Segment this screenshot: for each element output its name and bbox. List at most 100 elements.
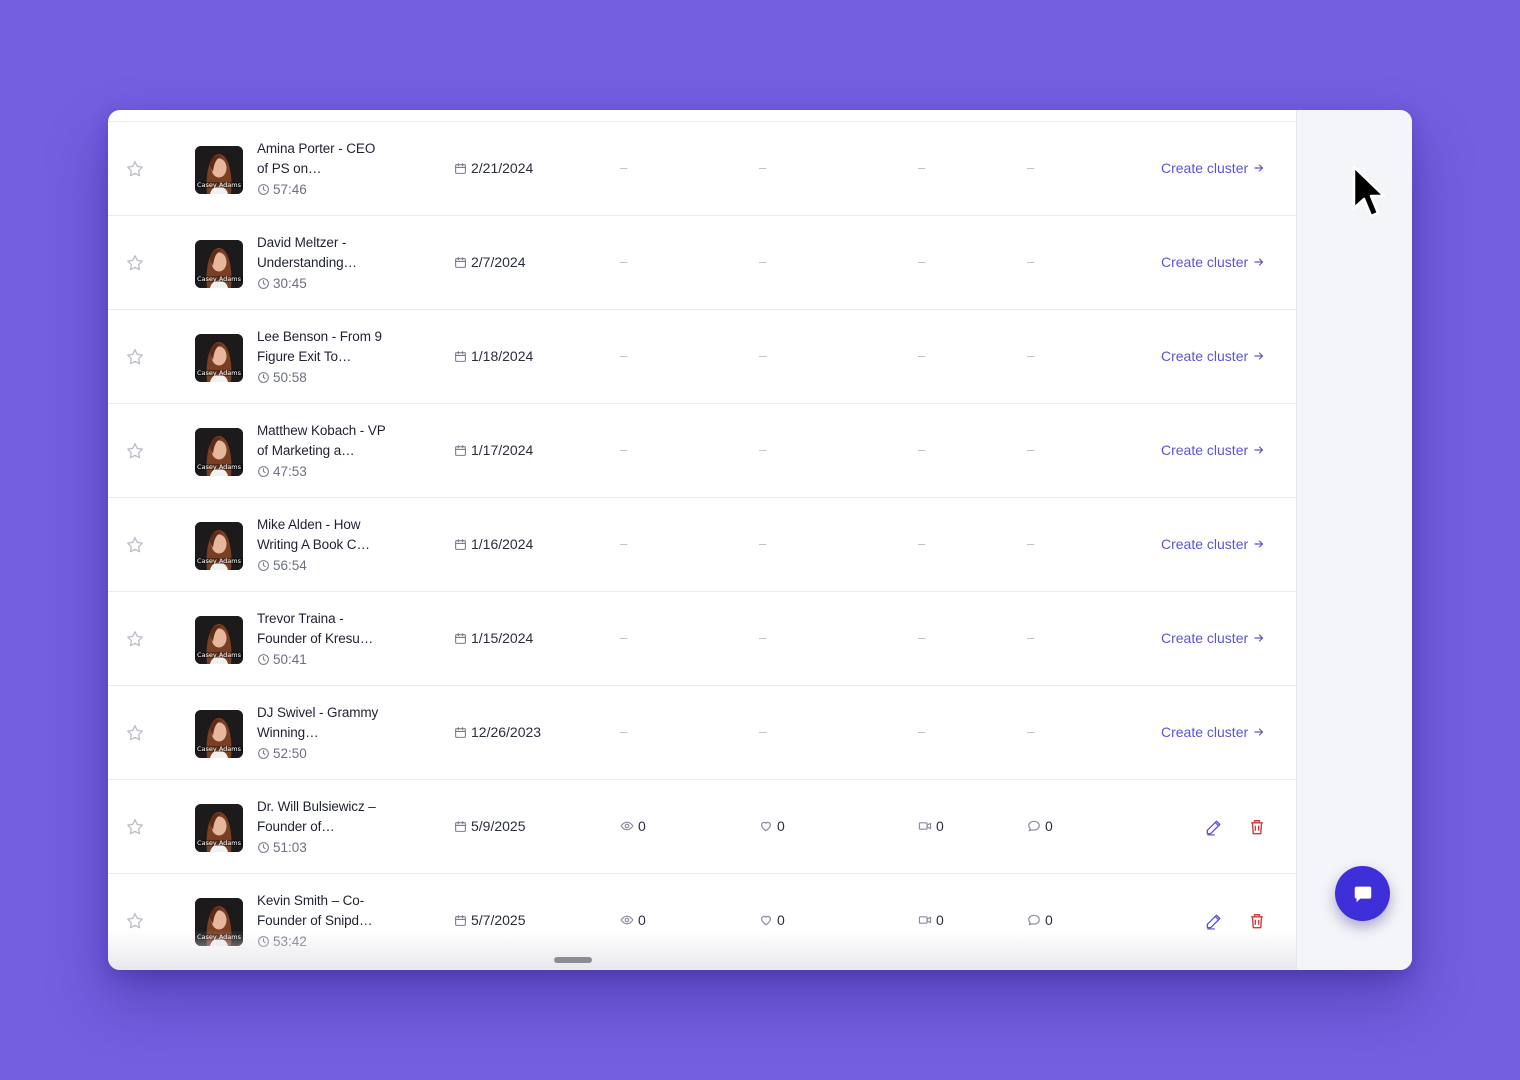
table-row[interactable]: Casey Adams Mike Alden - How Writing A B… — [108, 498, 1296, 592]
avatar: Casey Adams — [195, 710, 243, 758]
episode-title[interactable]: Mike Alden - How Writing A Book C… — [257, 515, 387, 555]
table-row[interactable]: Casey Adams Dr. Will Bulsiewicz – Founde… — [108, 780, 1296, 874]
duration-text: 52:50 — [273, 746, 307, 761]
table-row[interactable]: Casey Adams Lee Benson - From 9 Figure E… — [108, 310, 1296, 404]
date-text: 1/18/2024 — [471, 348, 534, 364]
episode-title[interactable]: Dr. Will Bulsiewicz – Founder of… — [257, 797, 387, 837]
episode-duration: 50:41 — [257, 652, 307, 667]
episode-duration: 56:54 — [257, 558, 307, 573]
table-top-edge — [108, 110, 1296, 122]
scroll-handle[interactable] — [554, 957, 592, 963]
episode-title[interactable]: Amina Porter - CEO of PS on… — [257, 139, 387, 179]
star-outline-icon[interactable] — [125, 441, 145, 461]
avatar: Casey Adams — [195, 804, 243, 852]
duration-text: 51:03 — [273, 840, 307, 855]
empty-value: – — [620, 160, 628, 175]
pencil-icon[interactable] — [1204, 911, 1224, 931]
table-row[interactable]: Casey Adams Trevor Traina - Founder of K… — [108, 592, 1296, 686]
create-cluster-button[interactable]: Create cluster — [1161, 536, 1265, 552]
views-count: – — [620, 630, 627, 645]
create-cluster-label: Create cluster — [1161, 348, 1249, 364]
table-body: Casey Adams Amina Porter - CEO of PS on…… — [108, 122, 1296, 968]
star-outline-icon[interactable] — [125, 911, 145, 931]
table-row[interactable]: Casey Adams Amina Porter - CEO of PS on…… — [108, 122, 1296, 216]
pencil-icon[interactable] — [1204, 817, 1224, 837]
mouse-pointer-icon — [1352, 165, 1386, 218]
avatar: Casey Adams — [195, 522, 243, 570]
episode-title[interactable]: DJ Swivel - Grammy Winning… — [257, 703, 387, 743]
calendar-icon — [455, 256, 466, 268]
star-outline-icon[interactable] — [125, 159, 145, 179]
empty-value: – — [1027, 254, 1035, 269]
episodes-table: Casey Adams Amina Porter - CEO of PS on…… — [108, 110, 1296, 970]
star-outline-icon[interactable] — [125, 253, 145, 273]
clock-icon — [258, 842, 269, 853]
trash-icon[interactable] — [1247, 911, 1267, 931]
star-outline-icon[interactable] — [125, 535, 145, 555]
episode-title[interactable]: Kevin Smith – Co-Founder of Snipd… — [257, 891, 387, 931]
table-row[interactable]: Casey Adams David Meltzer - Understandin… — [108, 216, 1296, 310]
videos-count: – — [918, 630, 925, 645]
star-outline-icon[interactable] — [125, 347, 145, 367]
likes-count: 0 — [759, 818, 785, 834]
avatar-caption: Casey Adams — [197, 745, 242, 753]
create-cluster-button[interactable]: Create cluster — [1161, 254, 1265, 270]
empty-value: – — [620, 630, 628, 645]
empty-value: – — [918, 724, 926, 739]
create-cluster-button[interactable]: Create cluster — [1161, 160, 1265, 176]
star-outline-icon[interactable] — [125, 629, 145, 649]
likes-count: – — [759, 724, 766, 739]
views-count: – — [620, 536, 627, 551]
episode-date: 2/7/2024 — [454, 254, 526, 270]
empty-value: – — [759, 254, 767, 269]
date-text: 1/17/2024 — [471, 442, 534, 458]
comments-count: – — [1027, 160, 1034, 175]
clock-icon — [258, 466, 269, 477]
episode-title[interactable]: David Meltzer - Understanding… — [257, 233, 387, 273]
comments-count: – — [1027, 536, 1034, 551]
empty-value: – — [759, 348, 767, 363]
table-row[interactable]: Casey Adams Kevin Smith – Co-Founder of … — [108, 874, 1296, 968]
empty-value: – — [620, 254, 628, 269]
likes-count: – — [759, 630, 766, 645]
views-count-value: 0 — [638, 912, 646, 928]
empty-value: – — [1027, 536, 1035, 551]
date-text: 2/21/2024 — [471, 160, 534, 176]
create-cluster-label: Create cluster — [1161, 254, 1249, 270]
calendar-icon — [455, 820, 466, 832]
create-cluster-label: Create cluster — [1161, 442, 1249, 458]
empty-value: – — [918, 160, 926, 175]
create-cluster-button[interactable]: Create cluster — [1161, 348, 1265, 364]
arrow-right-icon — [1253, 726, 1265, 738]
avatar: Casey Adams — [195, 334, 243, 382]
star-outline-icon[interactable] — [125, 817, 145, 837]
clock-icon — [258, 936, 269, 947]
episode-title[interactable]: Trevor Traina - Founder of Kresu… — [257, 609, 387, 649]
avatar-caption: Casey Adams — [197, 369, 242, 377]
episode-title[interactable]: Lee Benson - From 9 Figure Exit To… — [257, 327, 387, 367]
comments-count: 0 — [1027, 912, 1053, 928]
views-count: – — [620, 724, 627, 739]
table-row[interactable]: Casey Adams DJ Swivel - Grammy Winning… … — [108, 686, 1296, 780]
views-count: 0 — [620, 912, 646, 928]
comments-count: – — [1027, 724, 1034, 739]
avatar: Casey Adams — [195, 898, 243, 946]
create-cluster-button[interactable]: Create cluster — [1161, 442, 1265, 458]
videos-count: – — [918, 442, 925, 457]
episode-date: 1/16/2024 — [454, 536, 533, 552]
chat-button[interactable] — [1335, 866, 1390, 921]
star-outline-icon[interactable] — [125, 723, 145, 743]
table-row[interactable]: Casey Adams Matthew Kobach - VP of Marke… — [108, 404, 1296, 498]
calendar-icon — [455, 350, 466, 362]
episode-date: 1/15/2024 — [454, 630, 533, 646]
create-cluster-label: Create cluster — [1161, 536, 1249, 552]
episode-duration: 50:58 — [257, 370, 307, 385]
trash-icon[interactable] — [1247, 817, 1267, 837]
episode-title[interactable]: Matthew Kobach - VP of Marketing a… — [257, 421, 387, 461]
duration-text: 50:41 — [273, 652, 307, 667]
empty-value: – — [1027, 160, 1035, 175]
create-cluster-button[interactable]: Create cluster — [1161, 630, 1265, 646]
create-cluster-button[interactable]: Create cluster — [1161, 724, 1265, 740]
avatar-caption: Casey Adams — [197, 839, 242, 847]
episode-date: 5/7/2025 — [454, 912, 526, 928]
